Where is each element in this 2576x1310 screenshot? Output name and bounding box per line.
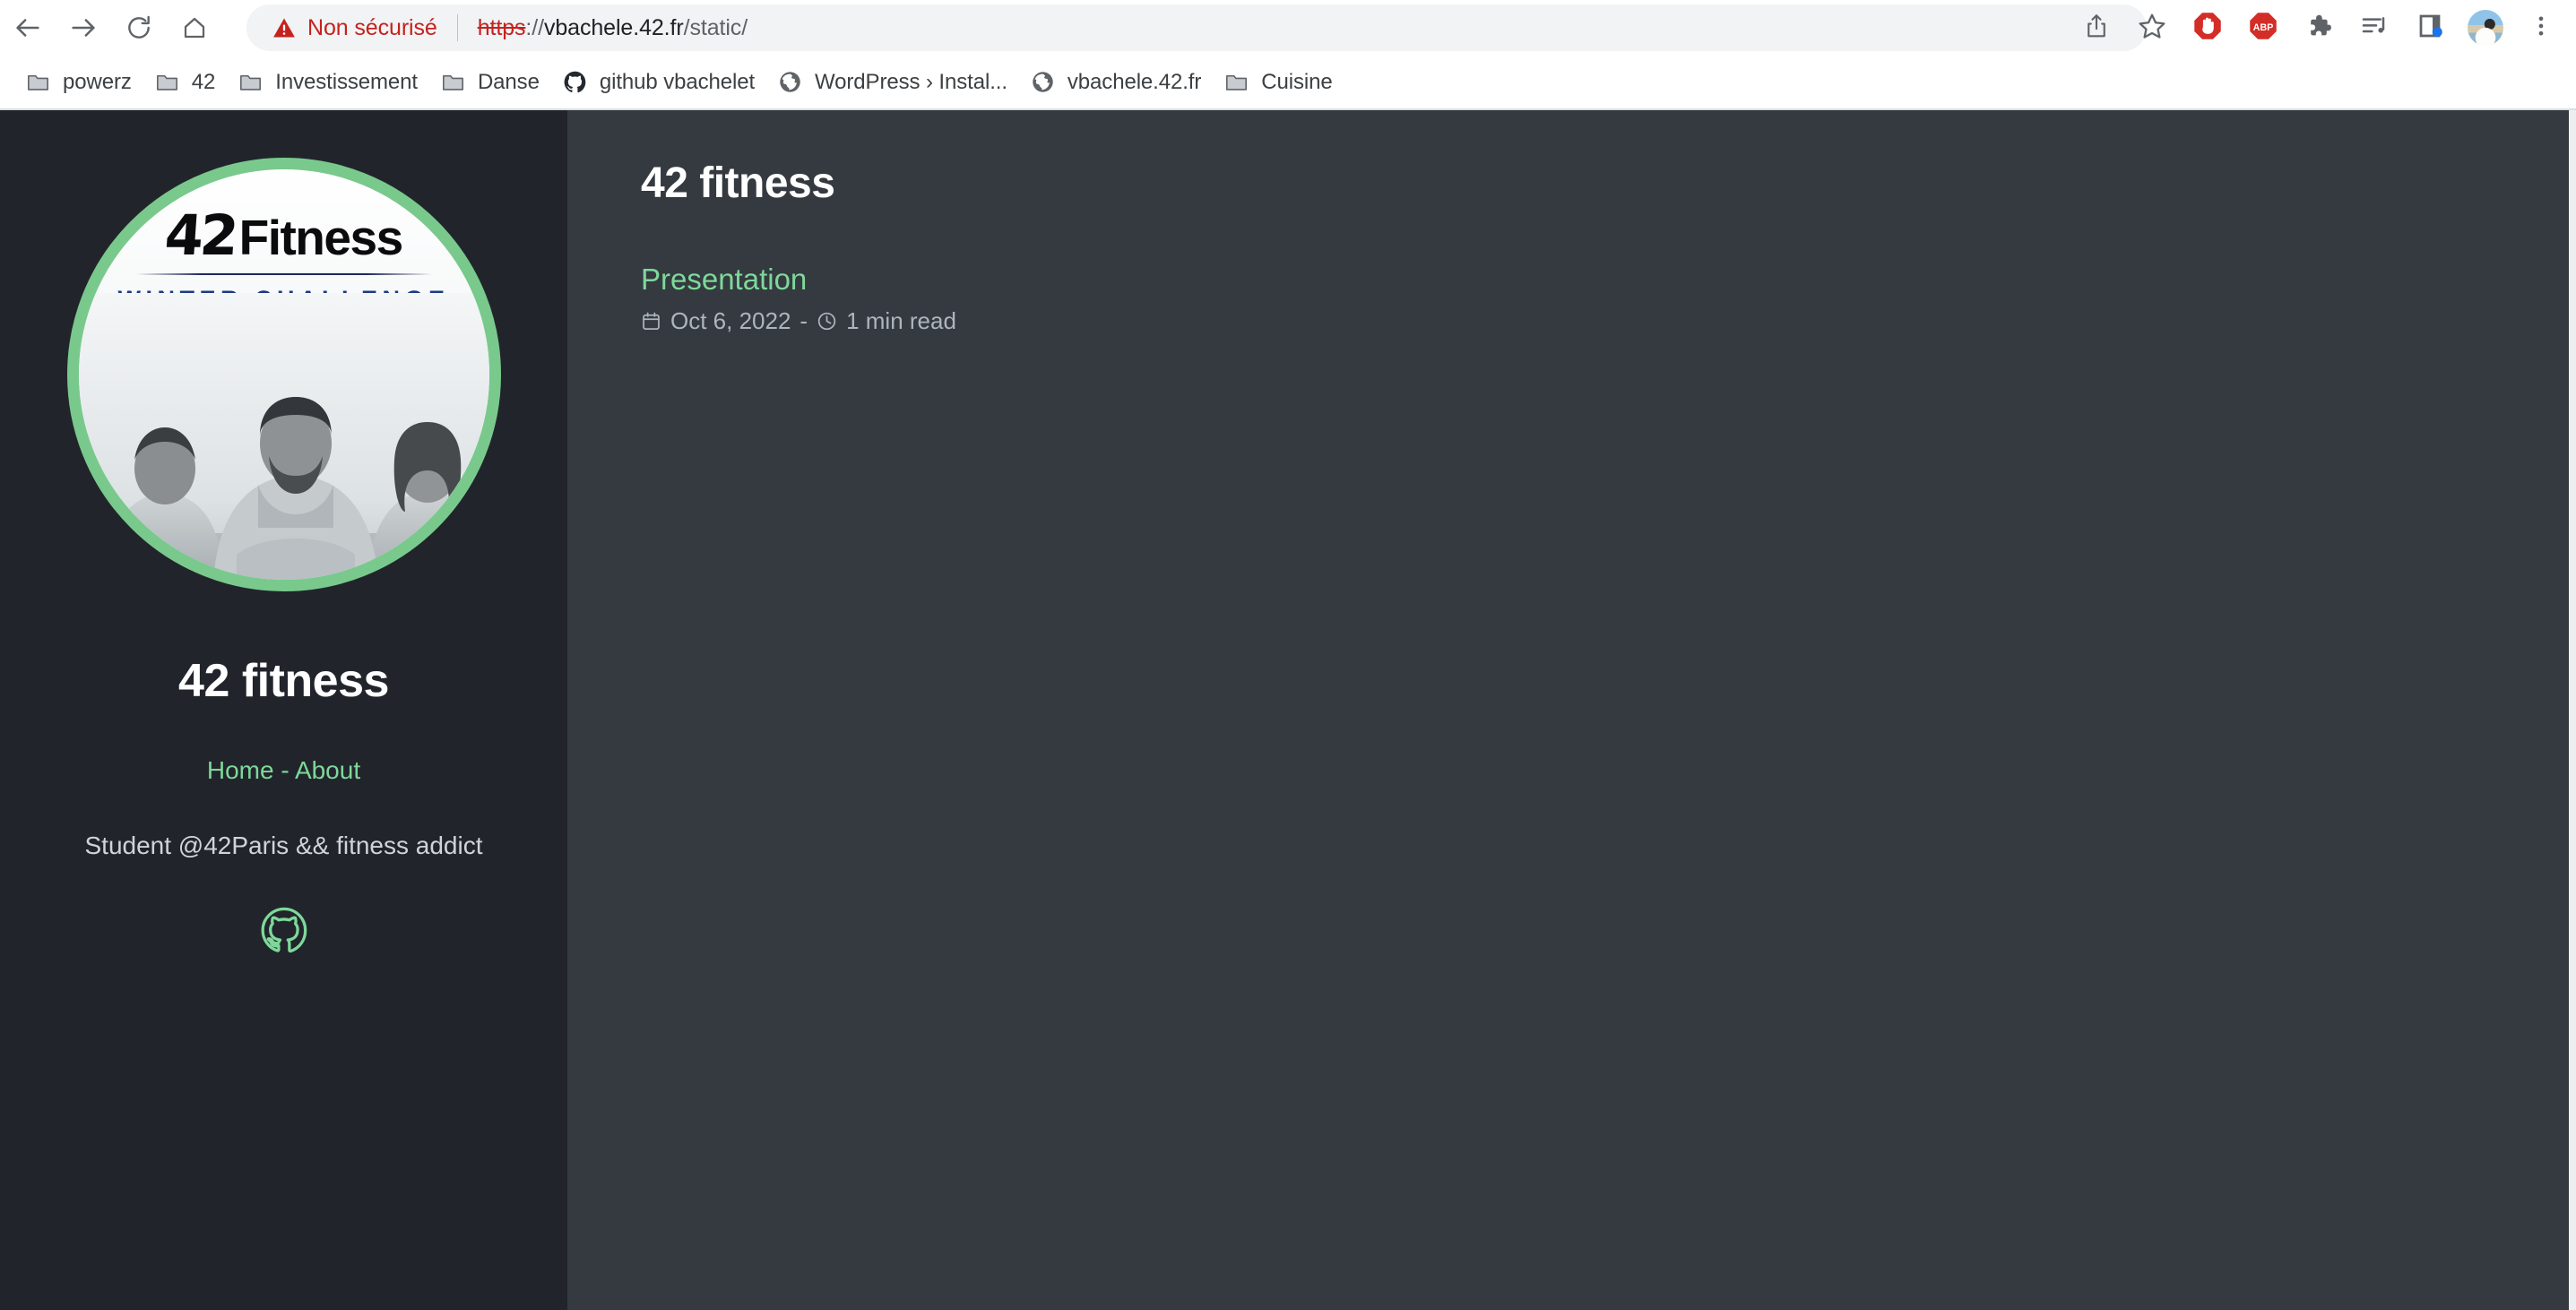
logo-fitness-text: Fitness [238,209,404,265]
bookmark-danse[interactable]: Danse [429,62,551,103]
nav-link-about[interactable]: About [295,756,360,784]
post-meta-dash: - [800,307,808,334]
home-icon [181,14,208,41]
sidebar-nav: Home - About [207,756,360,785]
github-icon [563,70,587,94]
omnibox-url-text: https://vbachele.42.fr/static/ [478,15,748,41]
music-playlist-button[interactable] [2347,0,2402,56]
adblock-icon [2192,11,2223,46]
extensions-puzzle-icon [2304,12,2333,45]
avatar [2468,10,2503,46]
logo-42-text: 42 [162,203,238,268]
site-sidebar: 42 Fitness WINTER CHALLENGE SUMMER IS CO… [0,110,567,1310]
nav-separator: - [273,756,295,784]
folder-icon [155,70,179,94]
bookmark-vbachele[interactable]: vbachele.42.fr [1019,62,1213,103]
github-icon [260,907,308,958]
back-arrow-icon [13,13,43,43]
globe-icon [778,70,802,94]
folder-icon [238,70,263,94]
bookmarks-bar: powerz 42 Investissement Danse github vb… [0,56,2576,108]
post-date: Oct 6, 2022 [670,307,791,334]
avatar-divider-top [135,272,432,275]
browser-toolbar: Non sécurisé https://vbachele.42.fr/stat… [0,0,2576,56]
svg-text:ABP: ABP [2253,22,2274,33]
bookmark-wordpress[interactable]: WordPress › Instal... [766,62,1019,103]
bookmark-label: vbachele.42.fr [1067,69,1202,94]
omnibox-divider [456,14,458,41]
not-secure-warning-icon[interactable] [272,15,297,40]
bookmark-label: github vbachelet [599,69,756,94]
forward-arrow-icon [68,13,99,43]
post-read-time: 1 min read [846,307,956,334]
side-panel-button[interactable] [2402,0,2458,56]
site-title: 42 fitness [178,655,389,707]
bookmark-label: Cuisine [1261,69,1333,94]
page-scrollbar[interactable] [2569,110,2576,1310]
avatar-logo-row: 42 Fitness [79,203,489,268]
bookmark-star-icon [2138,12,2166,45]
profile-avatar-image: 42 Fitness WINTER CHALLENGE SUMMER IS CO… [66,158,501,591]
home-button[interactable] [167,0,222,56]
share-icon [2083,13,2110,44]
chrome-menu-button[interactable] [2513,0,2569,56]
bookmark-cuisine[interactable]: Cuisine [1213,62,1344,103]
address-bar[interactable]: Non sécurisé https://vbachele.42.fr/stat… [246,4,2147,51]
globe-icon [1031,70,1055,94]
avatar-people-photo [78,293,489,580]
url-host: vbachele.42.fr [543,14,684,40]
bookmark-button[interactable] [2124,0,2180,56]
clock-icon [817,311,837,332]
sidebar-bio: Student @42Paris && fitness addict [84,832,483,859]
folder-icon [441,70,465,94]
not-secure-label: Non sécurisé [307,14,437,40]
music-playlist-icon [2360,12,2389,45]
nav-link-home[interactable]: Home [207,756,274,784]
url-path: /static/ [683,14,748,40]
url-scheme: https [477,14,526,40]
post-meta: Oct 6, 2022 - 1 min read [641,307,2576,335]
bookmark-42[interactable]: 42 [143,62,228,103]
url-scheme-separator: :// [525,14,544,40]
reload-icon [125,13,153,42]
abp-extension-button[interactable]: ABP [2235,0,2291,56]
forward-button[interactable] [56,0,111,56]
main-content: 42 fitness Presentation Oct 6, 2022 - 1 … [567,110,2576,1310]
folder-icon [1224,70,1249,94]
chrome-menu-icon [2528,13,2554,43]
bookmark-investissement[interactable]: Investissement [227,62,429,103]
toolbar-actions: ABP [2069,0,2569,56]
reload-button[interactable] [111,0,167,56]
bookmark-label: Investissement [275,69,418,94]
social-link-github[interactable] [260,906,308,959]
folder-icon [26,70,50,94]
profile-avatar-button[interactable] [2458,0,2513,56]
page-title: 42 fitness [641,159,835,207]
bookmark-github-vbachelet[interactable]: github vbachelet [551,62,766,103]
post-title-link[interactable]: Presentation [641,263,807,297]
abp-icon: ABP [2248,11,2278,46]
page-content: 42 Fitness WINTER CHALLENGE SUMMER IS CO… [0,110,2576,1310]
calendar-icon [641,311,661,332]
back-button[interactable] [0,0,56,56]
bookmark-label: WordPress › Instal... [815,69,1007,94]
bookmark-label: Danse [477,69,540,94]
bookmark-label: 42 [191,69,216,94]
avatar-inner: 42 Fitness WINTER CHALLENGE SUMMER IS CO… [78,169,489,580]
side-panel-icon [2416,13,2443,44]
post-list-item: Presentation Oct 6, 2022 - 1 min read [641,263,2576,335]
browser-chrome: Non sécurisé https://vbachele.42.fr/stat… [0,0,2576,110]
bookmark-label: powerz [63,69,132,94]
bookmark-powerz[interactable]: powerz [14,62,143,103]
adblock-extension-button[interactable] [2180,0,2235,56]
share-button[interactable] [2069,0,2124,56]
extensions-button[interactable] [2291,0,2347,56]
